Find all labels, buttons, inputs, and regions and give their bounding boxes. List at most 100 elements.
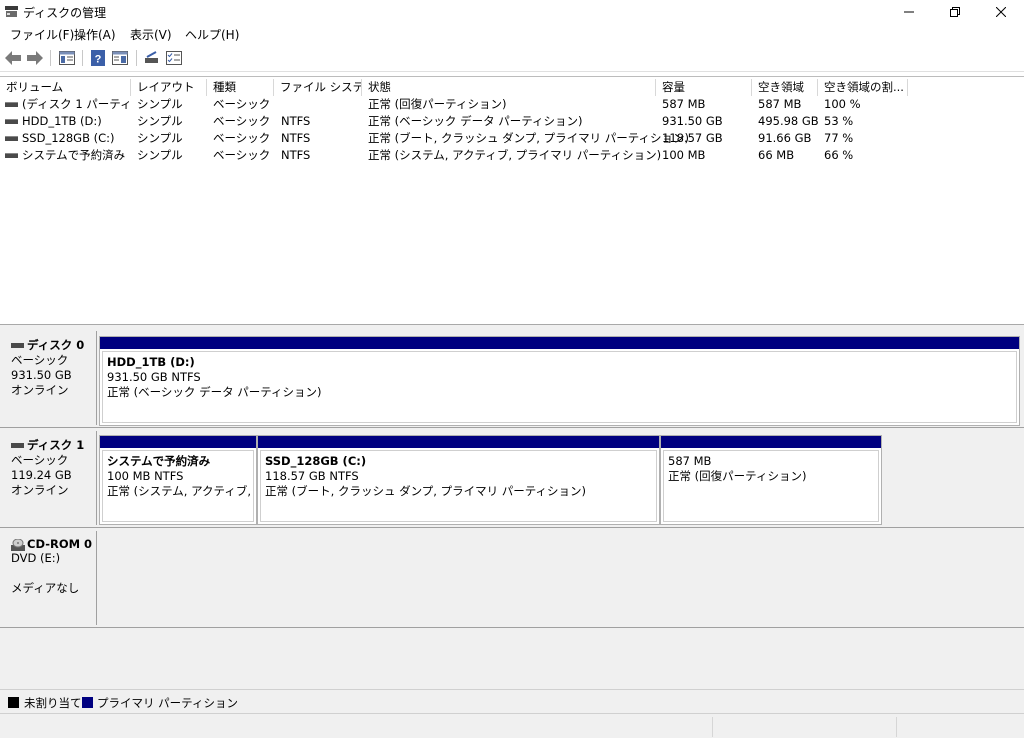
cell-filesystem: NTFS (281, 131, 311, 145)
cell-layout: シンプル (137, 131, 183, 145)
cell-free-space: 495.98 GB (758, 114, 819, 128)
menu-help[interactable]: ヘルプ(H) (185, 26, 239, 43)
window-title: ディスクの管理 (23, 6, 107, 20)
volume-icon (5, 119, 18, 124)
menu-action[interactable]: 操作(A) (74, 26, 116, 43)
minimize-button[interactable] (886, 0, 932, 24)
help-icon: ? (91, 50, 105, 66)
disk-label-1[interactable]: ディスク 1 ベーシック 119.24 GB オンライン (2, 431, 97, 525)
cell-free-percent: 66 % (824, 148, 854, 162)
cell-capacity: 931.50 GB (662, 114, 723, 128)
primary-partition-bar (661, 436, 881, 448)
cell-capacity: 100 MB (662, 148, 706, 162)
column-header-filesystem[interactable]: ファイル システム (274, 79, 362, 96)
disk-size: 931.50 GB (11, 368, 72, 382)
table-row[interactable]: システムで予約済み シンプル ベーシック NTFS 正常 (システム, アクティ… (0, 147, 1024, 164)
column-header-type[interactable]: 種類 (207, 79, 274, 96)
forward-button[interactable] (26, 49, 44, 67)
maximize-button[interactable] (932, 0, 978, 24)
disk-name: ディスク 1 (27, 438, 85, 452)
disk-map-pane: ディスク 0 ベーシック 931.50 GB オンライン HDD_1TB (D:… (0, 329, 1024, 689)
cell-volume: (ディスク 1 パーティシ... (22, 97, 130, 111)
column-header-volume[interactable]: ボリューム (0, 79, 131, 96)
back-arrow-icon (5, 51, 21, 65)
partition-body: HDD_1TB (D:) 931.50 GB NTFS 正常 (ベーシック デー… (102, 351, 1017, 423)
cell-capacity: 118.57 GB (662, 131, 723, 145)
toolbar: ? (0, 44, 1024, 72)
cell-volume: システムで予約済み (22, 148, 126, 162)
legend-bar: 未割り当て プライマリ パーティション (0, 689, 1024, 713)
table-row[interactable]: (ディスク 1 パーティシ... シンプル ベーシック 正常 (回復パーティショ… (0, 96, 1024, 113)
properties-icon (112, 51, 128, 65)
disk-state: オンライン (11, 383, 69, 397)
disk-label-cdrom[interactable]: CD-ROM 0 DVD (E:) メディアなし (2, 531, 97, 625)
help-button[interactable]: ? (89, 49, 107, 67)
cd-rom-icon (11, 538, 25, 551)
column-header-free-space[interactable]: 空き領域 (752, 79, 818, 96)
cell-filesystem: NTFS (281, 114, 311, 128)
cell-filesystem: NTFS (281, 148, 311, 162)
cell-volume: HDD_1TB (D:) (22, 114, 102, 128)
disk-kind: ベーシック (11, 453, 69, 467)
menu-file[interactable]: ファイル(F) (10, 26, 74, 43)
show-hide-tree-button[interactable] (58, 49, 76, 67)
column-header-status[interactable]: 状態 (362, 79, 656, 96)
toolbar-separator (136, 50, 137, 66)
primary-partition-bar (100, 337, 1019, 349)
cell-free-percent: 77 % (824, 131, 854, 145)
disk-1-partitions: システムで予約済み 100 MB NTFS 正常 (システム, アクティブ, プ… (99, 435, 886, 526)
partition-size-fs: 118.57 GB NTFS (265, 469, 359, 483)
unallocated-swatch (8, 697, 19, 708)
disk-name: CD-ROM 0 (27, 537, 93, 551)
title-bar: ディスクの管理 (0, 0, 1024, 24)
close-button[interactable] (978, 0, 1024, 24)
disk-kind: DVD (E:) (11, 551, 61, 565)
partition-status: 正常 (回復パーティション) (668, 469, 807, 483)
properties-button[interactable] (111, 49, 129, 67)
legend-unallocated: 未割り当て (24, 696, 82, 710)
partition-recovery[interactable]: 587 MB 正常 (回復パーティション) (660, 435, 882, 525)
partition-body: 587 MB 正常 (回復パーティション) (663, 450, 879, 522)
table-row[interactable]: SSD_128GB (C:) シンプル ベーシック NTFS 正常 (ブート, … (0, 130, 1024, 147)
column-header-free-percent[interactable]: 空き領域の割... (818, 79, 908, 96)
partition-ssd-128gb[interactable]: SSD_128GB (C:) 118.57 GB NTFS 正常 (ブート, ク… (257, 435, 660, 525)
primary-partition-bar (100, 436, 256, 448)
legend-primary-partition: プライマリ パーティション (97, 696, 238, 710)
column-header-capacity[interactable]: 容量 (656, 79, 752, 96)
cell-free-percent: 53 % (824, 114, 854, 128)
cell-type: ベーシック (213, 148, 271, 162)
primary-partition-swatch (82, 697, 93, 708)
cell-layout: シンプル (137, 114, 183, 128)
menu-bar: ファイル(F) 操作(A) 表示(V) ヘルプ(H) (0, 24, 1024, 44)
partition-name: HDD_1TB (D:) (107, 355, 195, 369)
partition-system-reserved[interactable]: システムで予約済み 100 MB NTFS 正常 (システム, アクティブ, プ… (99, 435, 257, 525)
partition-size-fs: 931.50 GB NTFS (107, 370, 201, 384)
disk-label-0[interactable]: ディスク 0 ベーシック 931.50 GB オンライン (2, 331, 97, 425)
partition-hdd-1tb[interactable]: HDD_1TB (D:) 931.50 GB NTFS 正常 (ベーシック デー… (99, 336, 1020, 426)
status-bar (0, 713, 1024, 738)
cell-capacity: 587 MB (662, 97, 706, 111)
back-button[interactable] (4, 49, 22, 67)
disk-connect-button[interactable] (143, 49, 161, 67)
cell-free-space: 91.66 GB (758, 131, 812, 145)
checklist-button[interactable] (165, 49, 183, 67)
cell-free-percent: 100 % (824, 97, 861, 111)
cell-status: 正常 (システム, アクティブ, プライマリ パーティション) (368, 148, 662, 162)
volume-icon (5, 102, 18, 107)
volume-list: ボリューム レイアウト 種類 ファイル システム 状態 容量 空き領域 空き領域… (0, 76, 1024, 324)
status-bar-separator (712, 717, 713, 737)
cell-free-space: 66 MB (758, 148, 795, 162)
cell-status: 正常 (ブート, クラッシュ ダンプ, プライマリ パーティション) (368, 131, 690, 145)
cell-status: 正常 (回復パーティション) (368, 97, 507, 111)
cell-type: ベーシック (213, 131, 271, 145)
checklist-icon (166, 51, 182, 65)
cell-status: 正常 (ベーシック データ パーティション) (368, 114, 583, 128)
volume-icon (5, 153, 18, 158)
menu-view[interactable]: 表示(V) (130, 26, 172, 43)
disk-name: ディスク 0 (27, 338, 85, 352)
column-header-layout[interactable]: レイアウト (131, 79, 207, 96)
table-row[interactable]: HDD_1TB (D:) シンプル ベーシック NTFS 正常 (ベーシック デ… (0, 113, 1024, 130)
disk-state: オンライン (11, 483, 69, 497)
partition-body: SSD_128GB (C:) 118.57 GB NTFS 正常 (ブート, ク… (260, 450, 657, 522)
cell-volume: SSD_128GB (C:) (22, 131, 115, 145)
